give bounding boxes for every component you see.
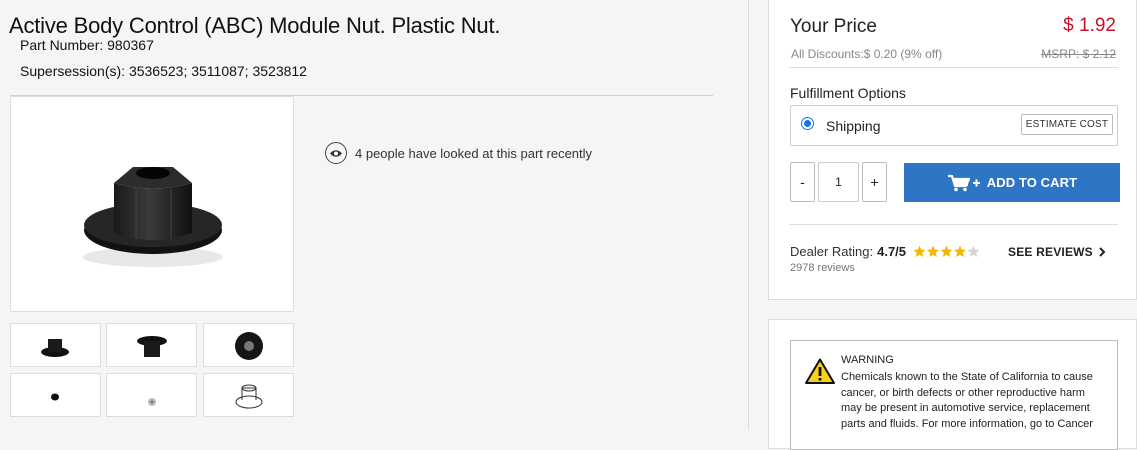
divider (789, 67, 1118, 68)
discounts-text: All Discounts:$ 0.20 (9% off) (791, 47, 943, 61)
quantity-increase-button[interactable]: + (862, 162, 887, 202)
quantity-input[interactable] (818, 162, 859, 202)
star-icon (913, 245, 926, 257)
rating-stars (913, 245, 981, 258)
star-icon (967, 245, 980, 257)
your-price-label: Your Price (790, 16, 877, 37)
add-to-cart-button[interactable]: ADD TO CART (904, 163, 1120, 202)
warning-text: Chemicals known to the State of Californ… (841, 371, 1093, 430)
part-number-label: Part Number: (20, 37, 104, 53)
thumbnail-5[interactable] (106, 373, 197, 417)
shipping-radio[interactable] (801, 117, 814, 130)
product-main-image[interactable] (10, 96, 294, 312)
thumbnail-1[interactable] (10, 323, 101, 367)
see-reviews-link[interactable]: SEE REVIEWS (1008, 245, 1106, 259)
plastic-nut-image (83, 167, 223, 267)
estimate-cost-button[interactable]: ESTIMATE COST (1021, 114, 1113, 135)
recent-views: 4 people have looked at this part recent… (325, 142, 592, 164)
recent-views-text: 4 people have looked at this part recent… (355, 145, 593, 161)
dealer-rating-score: 4.7/5 (877, 244, 907, 259)
reviews-count: 2978 reviews (790, 262, 855, 274)
thumbnail-2[interactable] (106, 323, 197, 367)
column-divider (748, 0, 749, 430)
eye-icon (325, 142, 347, 164)
quantity-decrease-button[interactable]: - (790, 162, 815, 202)
supersession-value: 3536523; 3511087; 3523812 (128, 63, 307, 79)
shipping-label: Shipping (826, 118, 881, 134)
add-to-cart-label: ADD TO CART (986, 175, 1078, 190)
star-icon (940, 245, 953, 257)
thumbnail-3[interactable] (203, 323, 294, 367)
part-number: Part Number: 980367 (20, 37, 154, 53)
divider (789, 224, 1118, 225)
supersession: Supersession(s): 3536523; 3511087; 35238… (20, 63, 307, 79)
star-icon (927, 245, 940, 257)
fulfillment-label: Fulfillment Options (790, 85, 906, 101)
dealer-rating-label: Dealer Rating: (790, 244, 874, 259)
chevron-right-icon (1096, 245, 1106, 259)
warning-heading: WARNING (841, 354, 894, 366)
part-number-value: 980367 (107, 37, 154, 53)
product-title: Active Body Control (ABC) Module Nut. Pl… (9, 13, 501, 38)
warning-triangle-icon (805, 358, 835, 389)
supersession-label: Supersession(s): (20, 63, 126, 79)
thumbnail-4[interactable] (10, 373, 101, 417)
msrp-text: MSRP: $ 2.12 (1041, 47, 1116, 61)
thumbnail-6[interactable] (203, 373, 294, 417)
star-icon (954, 245, 967, 257)
price: $ 1.92 (1063, 15, 1116, 36)
dealer-rating: Dealer Rating: 4.7/5 (790, 244, 981, 259)
see-reviews-label: SEE REVIEWS (1008, 245, 1093, 259)
cart-plus-icon (947, 174, 981, 192)
